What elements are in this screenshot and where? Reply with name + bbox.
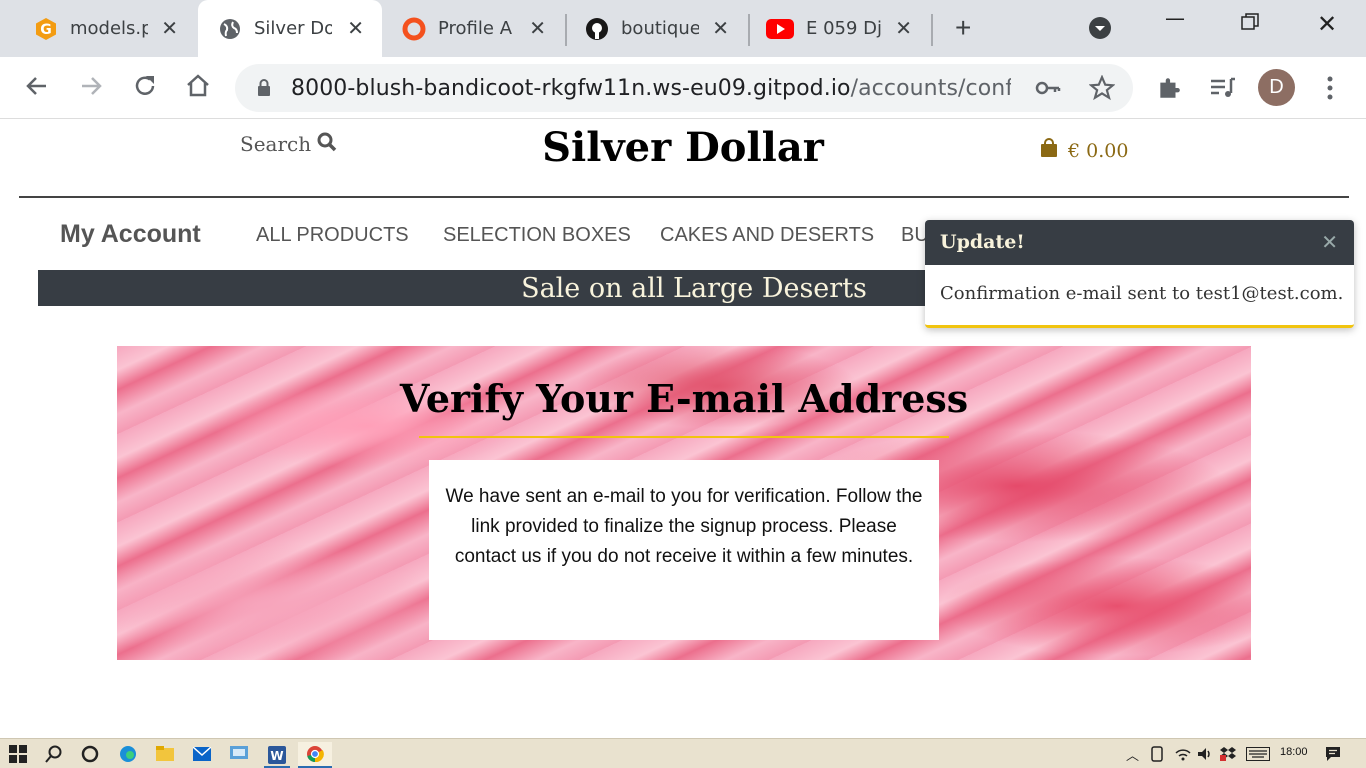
verify-message: We have sent an e-mail to you for verifi… xyxy=(445,486,923,567)
mail-icon[interactable] xyxy=(193,744,211,764)
wifi-icon[interactable] xyxy=(1174,744,1192,764)
github-icon xyxy=(585,17,609,41)
tab-search-button[interactable] xyxy=(1088,16,1112,45)
bookmark-star-icon[interactable] xyxy=(1088,74,1116,106)
kebab-menu-icon[interactable] xyxy=(1326,75,1334,106)
key-icon[interactable] xyxy=(1035,76,1061,105)
tab-youtube[interactable]: E 059 Dj ✕ xyxy=(750,0,930,57)
shopping-bag-icon xyxy=(1040,138,1058,163)
g-logo-icon: G xyxy=(34,17,58,41)
ring-icon xyxy=(402,17,426,41)
chrome-icon[interactable] xyxy=(298,742,332,768)
cortana-icon[interactable] xyxy=(81,744,99,764)
word-icon[interactable]: W xyxy=(264,744,290,768)
dropbox-icon[interactable] xyxy=(1220,744,1236,764)
header-divider xyxy=(19,196,1349,198)
back-arrow-icon[interactable] xyxy=(24,73,50,105)
tab-separator xyxy=(931,14,933,46)
close-window-button[interactable]: ✕ xyxy=(1317,10,1337,38)
page-title: Verify Your E-mail Address xyxy=(399,376,969,421)
lock-icon[interactable] xyxy=(257,79,271,97)
cart-link[interactable]: € 0.00 xyxy=(1040,138,1128,163)
chevron-up-icon[interactable]: ︿ xyxy=(1126,744,1139,764)
nav-selection-boxes[interactable]: SELECTION BOXES xyxy=(443,224,631,247)
nav-all-products[interactable]: ALL PRODUCTS xyxy=(256,224,409,247)
close-icon[interactable]: ✕ xyxy=(161,17,178,39)
reload-icon[interactable] xyxy=(132,73,158,105)
control-panel-icon[interactable] xyxy=(230,744,248,764)
site-brand[interactable]: Silver Dollar xyxy=(0,124,1366,171)
verify-message-card: We have sent an e-mail to you for verifi… xyxy=(429,460,939,640)
search-icon[interactable] xyxy=(45,744,63,764)
taskbar-clock[interactable]: 18:00 xyxy=(1280,746,1308,758)
update-toast: Update! ✕ Confirmation e-mail sent to te… xyxy=(925,220,1354,328)
edge-icon[interactable] xyxy=(119,744,137,764)
browser-tab-strip: G models.p ✕ Silver Do ✕ Profile A ✕ bou… xyxy=(0,0,1366,57)
close-icon[interactable]: ✕ xyxy=(895,17,912,39)
tab-title: Profile A xyxy=(438,18,513,39)
forward-arrow-icon[interactable] xyxy=(78,73,104,105)
verify-hero: Verify Your E-mail Address We have sent … xyxy=(117,346,1251,660)
url-host: 8000-blush-bandicoot-rkgfw11n.ws-eu09.gi… xyxy=(291,75,851,101)
toast-title: Update! xyxy=(940,231,1025,253)
tab-silver-dollar[interactable]: Silver Do ✕ xyxy=(198,0,382,57)
home-icon[interactable] xyxy=(185,73,211,105)
toast-message: Confirmation e-mail sent to test1@test.c… xyxy=(940,283,1344,304)
svg-text:G: G xyxy=(40,22,52,38)
close-icon[interactable]: ✕ xyxy=(1321,220,1338,265)
tab-title: models.p xyxy=(70,18,148,39)
extensions-puzzle-icon[interactable] xyxy=(1156,75,1182,106)
browser-toolbar: 8000-blush-bandicoot-rkgfw11n.ws-eu09.gi… xyxy=(0,57,1366,119)
windows-start-icon[interactable] xyxy=(9,744,27,764)
tab-title: Silver Do xyxy=(254,18,332,39)
address-bar[interactable]: 8000-blush-bandicoot-rkgfw11n.ws-eu09.gi… xyxy=(235,64,1133,112)
maximize-button[interactable] xyxy=(1241,12,1259,36)
windows-taskbar: W ︿ 18:00 xyxy=(0,738,1366,768)
device-icon[interactable] xyxy=(1150,744,1164,764)
notifications-icon[interactable] xyxy=(1325,744,1341,764)
toast-header: Update! ✕ xyxy=(925,220,1354,265)
close-icon[interactable]: ✕ xyxy=(347,17,364,39)
volume-icon[interactable] xyxy=(1197,744,1213,764)
url-path: /accounts/confir… xyxy=(850,75,1011,101)
tab-boutique[interactable]: boutique ✕ xyxy=(567,0,747,57)
nav-cakes-and-deserts[interactable]: CAKES AND DESERTS xyxy=(660,224,874,247)
close-icon[interactable]: ✕ xyxy=(529,17,546,39)
web-page: Search Silver Dollar € 0.00 My Account A… xyxy=(0,120,1366,738)
cart-total: € 0.00 xyxy=(1068,139,1129,162)
media-queue-icon[interactable] xyxy=(1209,75,1237,106)
tab-models[interactable]: G models.p ✕ xyxy=(0,0,196,57)
minimize-button[interactable]: — xyxy=(1165,6,1185,30)
tab-title: E 059 Dj xyxy=(806,18,883,39)
globe-icon xyxy=(218,17,242,41)
tab-profile[interactable]: Profile A ✕ xyxy=(384,0,564,57)
profile-avatar[interactable]: D xyxy=(1258,69,1295,106)
file-explorer-icon[interactable] xyxy=(156,744,174,764)
svg-text:W: W xyxy=(270,749,283,763)
new-tab-button[interactable]: + xyxy=(955,14,971,42)
keyboard-icon[interactable] xyxy=(1246,744,1270,764)
close-icon[interactable]: ✕ xyxy=(712,17,729,39)
url-text: 8000-blush-bandicoot-rkgfw11n.ws-eu09.gi… xyxy=(291,76,1011,101)
my-account-menu[interactable]: My Account xyxy=(60,220,201,249)
tab-title: boutique xyxy=(621,18,699,39)
youtube-icon xyxy=(766,17,794,41)
title-underline xyxy=(419,436,949,438)
